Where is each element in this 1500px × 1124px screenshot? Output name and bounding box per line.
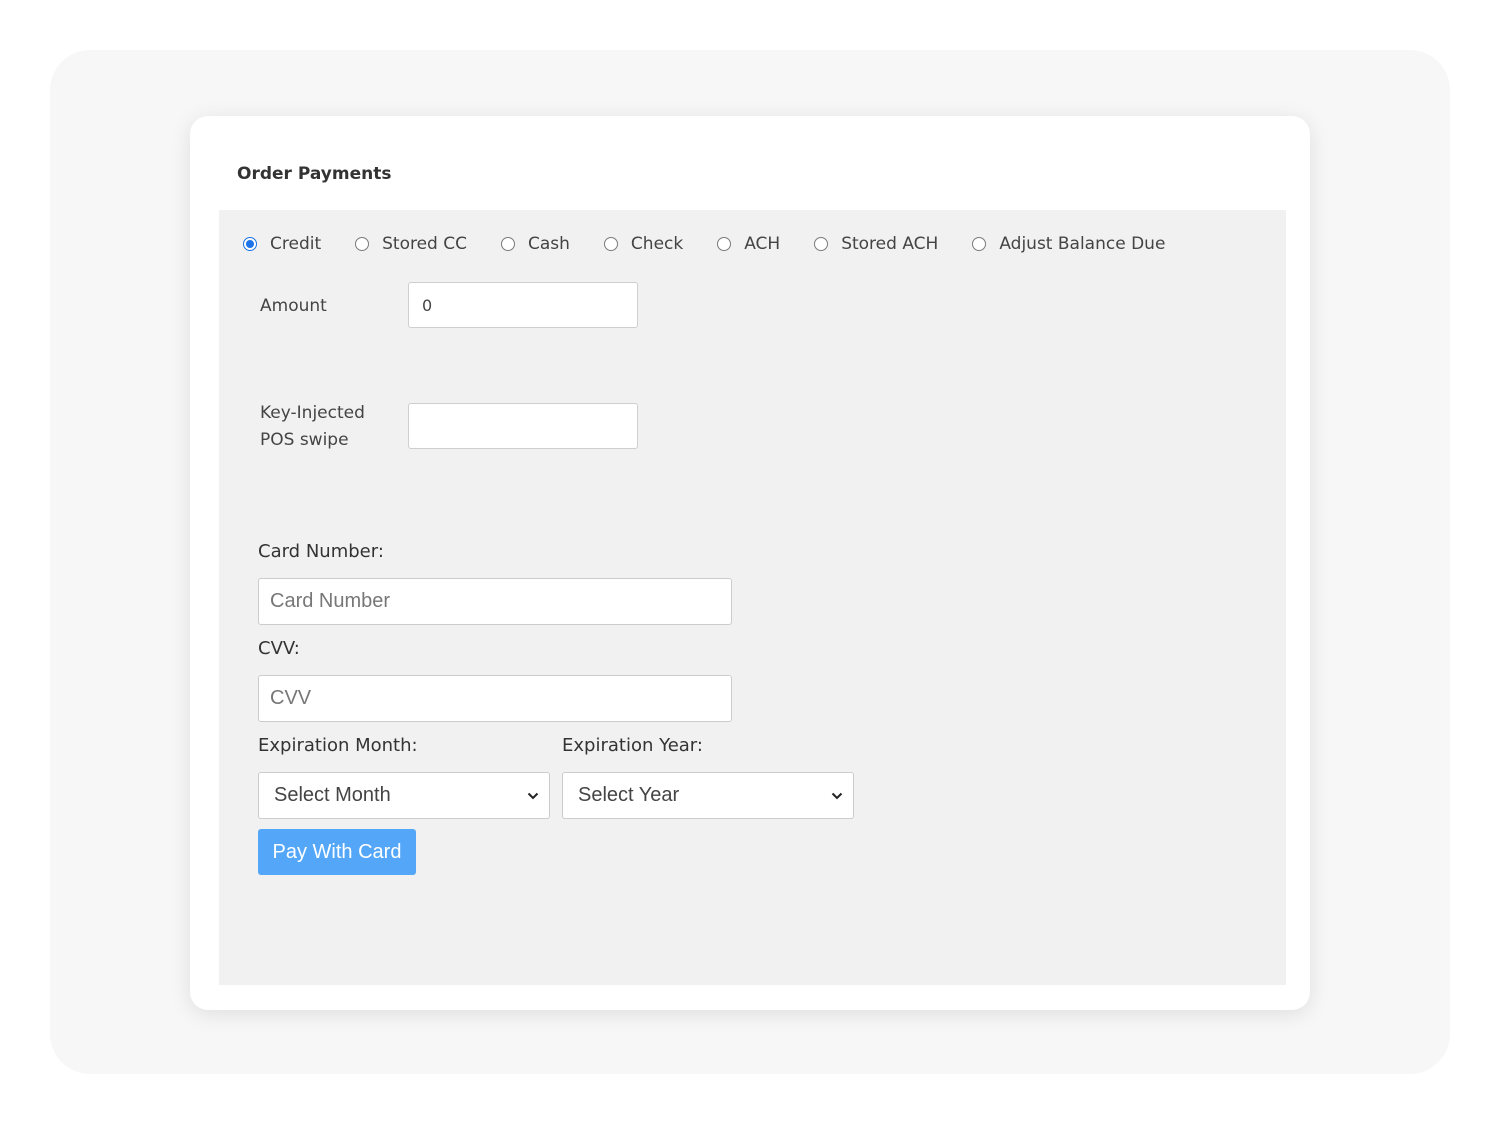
radio-button[interactable] bbox=[243, 237, 257, 251]
pos-swipe-label-line1: Key-Injected bbox=[260, 403, 365, 423]
radio-button[interactable] bbox=[603, 237, 618, 251]
radio-button[interactable] bbox=[355, 237, 370, 251]
amount-input[interactable]: 0 bbox=[408, 282, 638, 328]
payment-method-check[interactable]: Check bbox=[603, 234, 683, 254]
payment-method-cash[interactable]: Cash bbox=[501, 234, 570, 254]
pos-swipe-label: Key-Injected POS swipe bbox=[260, 400, 365, 454]
cvv-label: CVV: bbox=[258, 638, 300, 659]
pos-swipe-label-line2: POS swipe bbox=[260, 430, 349, 450]
exp-month-value: Select Month bbox=[274, 784, 391, 806]
pay-with-card-button[interactable]: Pay With Card bbox=[258, 829, 416, 875]
payment-method-group: Credit Stored CC Cash Check ACH Stored A… bbox=[243, 234, 1199, 254]
exp-year-select[interactable]: Select Year bbox=[562, 772, 854, 819]
exp-year-value: Select Year bbox=[578, 784, 680, 806]
pos-swipe-input[interactable] bbox=[408, 403, 638, 449]
amount-value: 0 bbox=[422, 295, 433, 315]
amount-label: Amount bbox=[260, 296, 327, 316]
exp-month-select[interactable]: Select Month bbox=[258, 772, 550, 819]
chevron-down-icon bbox=[527, 792, 539, 799]
radio-button[interactable] bbox=[972, 237, 987, 251]
payment-method-ach[interactable]: ACH bbox=[717, 234, 780, 254]
cvv-input[interactable] bbox=[258, 675, 732, 722]
exp-month-label: Expiration Month: bbox=[258, 735, 418, 756]
payment-method-stored-cc[interactable]: Stored CC bbox=[355, 234, 467, 254]
page-title: Order Payments bbox=[237, 164, 392, 184]
radio-button[interactable] bbox=[717, 237, 732, 251]
card-number-input[interactable] bbox=[258, 578, 732, 625]
payment-method-stored-ach[interactable]: Stored ACH bbox=[814, 234, 938, 254]
radio-button[interactable] bbox=[814, 237, 829, 251]
payment-method-adjust-balance-due[interactable]: Adjust Balance Due bbox=[972, 234, 1165, 254]
card-number-label: Card Number: bbox=[258, 541, 384, 562]
chevron-down-icon bbox=[831, 792, 843, 799]
payment-panel: Credit Stored CC Cash Check ACH Stored A… bbox=[219, 210, 1286, 985]
exp-year-label: Expiration Year: bbox=[562, 735, 703, 756]
payment-method-credit[interactable]: Credit bbox=[243, 234, 321, 254]
order-payments-card: Order Payments Credit Stored CC Cash Che… bbox=[190, 116, 1310, 1010]
radio-button[interactable] bbox=[501, 237, 515, 251]
